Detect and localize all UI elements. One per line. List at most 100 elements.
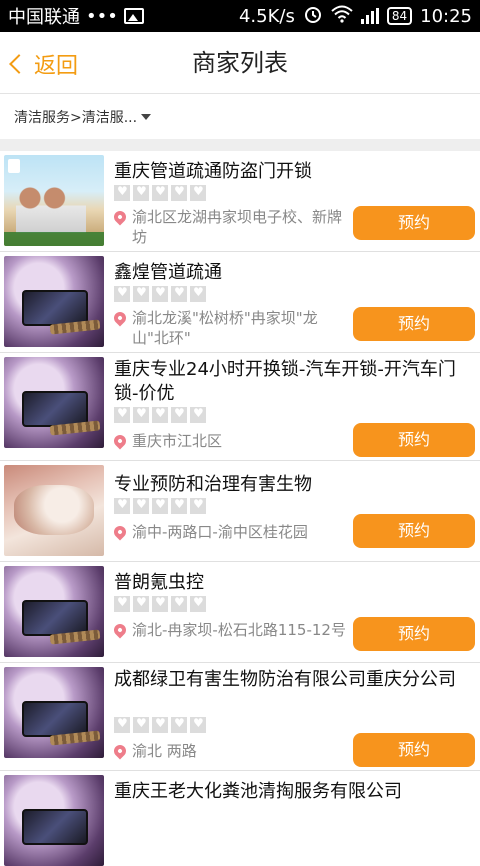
merchant-name: 鑫煌管道疏通 — [114, 262, 222, 283]
book-button[interactable]: 预约 — [353, 206, 475, 240]
merchant-thumbnail — [4, 667, 104, 758]
merchant-thumbnail — [4, 357, 104, 448]
heart-icon — [190, 497, 206, 514]
heart-icon — [152, 595, 168, 612]
location-pin-icon — [111, 309, 129, 327]
heart-icon — [190, 184, 206, 201]
heart-icon — [152, 716, 168, 733]
heart-icon — [190, 406, 206, 423]
book-button[interactable]: 预约 — [353, 514, 475, 548]
rating-icons — [114, 285, 206, 302]
rating-icons — [114, 497, 206, 514]
merchant-thumbnail — [4, 155, 104, 246]
merchant-address: 渝北-冉家坝-松石北路115-12号 — [132, 621, 346, 639]
heart-icon — [171, 184, 187, 201]
merchant-thumbnail — [4, 465, 104, 556]
merchant-address: 渝中-两路口-渝中区桂花园 — [132, 523, 308, 541]
merchant-name: 专业预防和治理有害生物 — [114, 474, 312, 495]
merchant-thumbnail — [4, 256, 104, 347]
heart-icon — [152, 406, 168, 423]
heart-icon — [133, 497, 149, 514]
heart-icon — [171, 285, 187, 302]
list-item[interactable]: 成都绿卫有害生物防治有限公司重庆分公司 渝北 两路 预约 — [0, 663, 480, 771]
heart-icon — [190, 285, 206, 302]
heart-icon — [133, 716, 149, 733]
list-item[interactable]: 专业预防和治理有害生物 渝中-两路口-渝中区桂花园 预约 — [0, 461, 480, 562]
wifi-icon — [331, 5, 353, 28]
list-item[interactable]: 重庆王老大化粪池清掏服务有限公司 — [0, 771, 480, 866]
status-bar: 中国联通 ••• 4.5K/s 84 10:25 — [0, 0, 480, 32]
merchant-name: 重庆王老大化粪池清掏服务有限公司 — [114, 781, 402, 802]
merchant-address: 渝北龙溪"松树桥"冉家坝"龙山"北环" — [132, 309, 318, 347]
merchant-name: 重庆管道疏通防盗门开锁 — [114, 161, 312, 182]
location-pin-icon — [111, 208, 129, 226]
merchant-location: 渝中-两路口-渝中区桂花园 — [111, 522, 372, 542]
heart-icon — [171, 406, 187, 423]
heart-icon — [171, 497, 187, 514]
merchant-address: 渝北区龙湖冉家坝电子校、新牌坊 — [132, 208, 343, 246]
heart-icon — [133, 184, 149, 201]
heart-icon — [190, 595, 206, 612]
alarm-icon — [303, 4, 323, 29]
merchant-location: 渝北-冉家坝-松石北路115-12号 — [111, 620, 347, 640]
battery-icon: 84 — [386, 7, 413, 25]
location-pin-icon — [111, 432, 129, 450]
location-pin-icon — [111, 621, 129, 639]
filter-bar: 清洁服务>清洁服... — [0, 95, 480, 139]
list-item[interactable]: 重庆专业24小时开换锁-汽车开锁-开汽车门锁-价优 重庆市江北区 预约 — [0, 353, 480, 461]
dropdown-arrow-icon — [141, 114, 152, 120]
merchant-address: 渝北 两路 — [132, 742, 197, 760]
heart-icon — [133, 595, 149, 612]
back-label: 返回 — [34, 54, 79, 79]
rating-icons — [114, 406, 206, 423]
heart-icon — [152, 497, 168, 514]
book-button[interactable]: 预约 — [353, 617, 475, 651]
list-item[interactable]: 普朗氪虫控 渝北-冉家坝-松石北路115-12号 预约 — [0, 562, 480, 663]
carrier-label: 中国联通 — [8, 7, 80, 28]
merchant-location: 渝北 两路 — [111, 741, 347, 761]
heart-icon — [114, 497, 130, 514]
image-icon — [123, 8, 144, 24]
merchant-address: 重庆市江北区 — [132, 432, 223, 450]
heart-icon — [133, 406, 149, 423]
list-item[interactable]: 重庆管道疏通防盗门开锁 渝北区龙湖冉家坝电子校、新牌坊 预约 — [0, 151, 480, 252]
heart-icon — [171, 716, 187, 733]
rating-icons — [114, 595, 206, 612]
merchant-name: 重庆专业24小时开换锁-汽车开锁-开汽车门锁-价优 — [114, 359, 456, 404]
top-nav-bar: 商家列表 返回 — [0, 32, 480, 94]
merchant-name: 普朗氪虫控 — [114, 572, 204, 593]
merchant-location: 重庆市江北区 — [111, 431, 347, 451]
book-button[interactable]: 预约 — [353, 307, 475, 341]
heart-icon — [114, 285, 130, 302]
notification-dots: ••• — [86, 5, 118, 27]
chevron-left-icon — [9, 54, 29, 74]
signal-icon — [360, 8, 379, 24]
heart-icon — [114, 595, 130, 612]
heart-icon — [114, 406, 130, 423]
list-item[interactable]: 鑫煌管道疏通 渝北龙溪"松树桥"冉家坝"龙山"北环" 预约 — [0, 252, 480, 353]
merchant-location: 渝北龙溪"松树桥"冉家坝"龙山"北环" — [111, 308, 347, 348]
clock: 10:25 — [420, 5, 472, 27]
heart-icon — [171, 595, 187, 612]
category-filter-label: 清洁服务>清洁服... — [14, 110, 138, 126]
book-button[interactable]: 预约 — [353, 423, 475, 457]
merchant-location: 渝北区龙湖冉家坝电子校、新牌坊 — [111, 207, 347, 247]
rating-icons — [114, 716, 206, 733]
network-speed: 4.5K/s — [238, 5, 295, 27]
location-pin-icon — [111, 742, 129, 760]
heart-icon — [152, 184, 168, 201]
back-button[interactable]: 返回 — [8, 44, 78, 84]
heart-icon — [114, 716, 130, 733]
merchant-list: 重庆管道疏通防盗门开锁 渝北区龙湖冉家坝电子校、新牌坊 预约 鑫煌管道疏通 渝北… — [0, 151, 480, 866]
book-button[interactable]: 预约 — [353, 733, 475, 767]
heart-icon — [133, 285, 149, 302]
merchant-thumbnail — [4, 566, 104, 657]
category-filter-dropdown[interactable]: 清洁服务>清洁服... — [14, 107, 152, 127]
rating-icons — [114, 184, 206, 201]
heart-icon — [152, 285, 168, 302]
location-pin-icon — [111, 523, 129, 541]
heart-icon — [114, 184, 130, 201]
heart-icon — [190, 716, 206, 733]
divider — [0, 139, 480, 151]
merchant-thumbnail — [4, 775, 104, 866]
